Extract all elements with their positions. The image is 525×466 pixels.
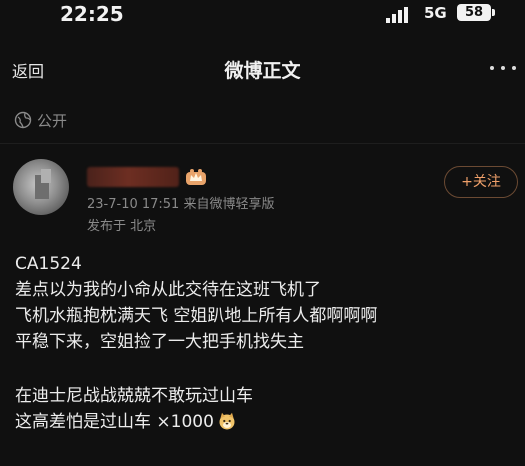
vip-crown-icon [186,169,206,185]
avatar[interactable] [13,159,69,215]
doge-emoji-icon [219,412,235,430]
follow-button[interactable]: +关注 [444,166,518,198]
divider [0,143,525,144]
page-title: 微博正文 [224,60,301,82]
post-line: 差点以为我的小命从此交待在这班飞机了 [15,280,321,300]
battery-icon: 58 [457,4,491,21]
visibility-label: 公开 [37,112,68,130]
post-line-text: 这高差怕是过山车 ×1000 [15,412,214,432]
post-line: 飞机水瓶抱枕满天飞 空姐趴地上所有人都啊啊啊 [15,306,378,326]
post-line: 平稳下来，空姐捡了一大把手机找失主 [15,332,304,352]
post-body: CA1524 差点以为我的小命从此交待在这班飞机了 飞机水瓶抱枕满天飞 空姐趴地… [15,251,515,435]
globe-icon [14,111,32,129]
status-time: 22:25 [60,2,124,26]
post-meta: 23-7-10 17:51 来自微博轻享版 [87,197,275,212]
network-label: 5G [424,4,447,22]
avatar-blur-block [41,169,51,183]
username-redacted[interactable] [87,167,179,187]
signal-icon [386,7,408,23]
battery-cap [492,9,495,16]
status-bar: 22:25 5G 58 [0,0,525,30]
post-location: 发布于 北京 [87,219,157,234]
post-line: CA1524 [15,254,82,274]
post-last-line: 这高差怕是过山车 ×1000 [15,409,515,435]
nav-bar: 返回 微博正文 [0,44,525,92]
more-dots-icon[interactable] [488,64,518,74]
post-line: 在迪士尼战战兢兢不敢玩过山车 [15,386,253,406]
